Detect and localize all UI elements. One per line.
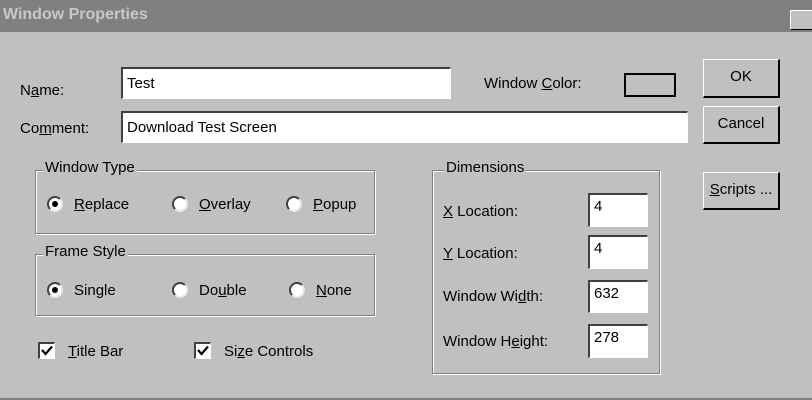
radio-popup-label[interactable]: Popup [313, 196, 356, 213]
window-height-value: 278 [594, 329, 620, 346]
radio-none-label[interactable]: None [316, 282, 352, 299]
window-color-swatch[interactable] [624, 73, 676, 97]
dimensions-legend: Dimensions [444, 159, 527, 176]
window-type-legend: Window Type [43, 159, 137, 176]
x-location-input[interactable]: 4 [588, 193, 648, 227]
window-height-input[interactable]: 278 [588, 324, 648, 358]
ok-button-label: OK [730, 68, 752, 85]
y-location-value: 4 [594, 240, 603, 257]
comment-label: Comment: [20, 120, 90, 137]
dialog-title: Window Properties [3, 6, 148, 23]
comment-input-value: Download Test Screen [127, 119, 277, 136]
scripts-button-label: Scripts ... [709, 181, 773, 198]
y-location-input[interactable]: 4 [588, 235, 648, 269]
window-color-label: Window Color: [484, 75, 582, 92]
checkmark-icon [41, 345, 53, 356]
radio-none[interactable] [289, 282, 305, 298]
radio-overlay-label[interactable]: Overlay [199, 196, 251, 213]
radio-replace-label[interactable]: Replace [74, 196, 129, 213]
x-location-label: X Location: [443, 203, 519, 220]
window-width-value: 632 [594, 285, 620, 302]
radio-popup[interactable] [286, 196, 302, 212]
title-bar-checkbox[interactable] [38, 342, 55, 359]
y-location-label: Y Location: [443, 245, 518, 262]
window-height-label: Window Height: [443, 333, 549, 350]
radio-selected-dot [52, 287, 58, 293]
name-input-value: Test [127, 75, 155, 92]
radio-overlay[interactable] [172, 196, 188, 212]
window-properties-dialog: Window Properties x Name: Test Window Co… [0, 0, 812, 400]
radio-double[interactable] [172, 282, 188, 298]
x-location-value: 4 [594, 198, 603, 215]
title-bar-checkbox-label[interactable]: Title Bar [68, 343, 123, 360]
scripts-button[interactable]: Scripts ... [703, 172, 780, 210]
radio-double-label[interactable]: Double [199, 282, 247, 299]
size-controls-checkbox[interactable] [194, 342, 211, 359]
name-label: Name: [20, 82, 65, 99]
radio-replace[interactable] [47, 196, 63, 212]
window-width-input[interactable]: 632 [588, 280, 648, 313]
size-controls-checkbox-label[interactable]: Size Controls [224, 343, 313, 360]
name-input[interactable]: Test [121, 67, 451, 99]
checkmark-icon [197, 345, 209, 356]
radio-single[interactable] [47, 282, 63, 298]
cancel-button[interactable]: Cancel [703, 106, 780, 144]
close-button[interactable]: x [790, 10, 812, 30]
ok-button[interactable]: OK [703, 59, 780, 98]
radio-selected-dot [52, 201, 58, 207]
title-bar[interactable]: Window Properties x [0, 0, 812, 32]
frame-style-legend: Frame Style [43, 243, 128, 260]
radio-single-label[interactable]: Single [74, 282, 116, 299]
close-icon: x [797, 11, 807, 28]
window-width-label: Window Width: [443, 288, 544, 305]
cancel-button-label: Cancel [717, 115, 765, 132]
comment-input[interactable]: Download Test Screen [121, 111, 688, 143]
